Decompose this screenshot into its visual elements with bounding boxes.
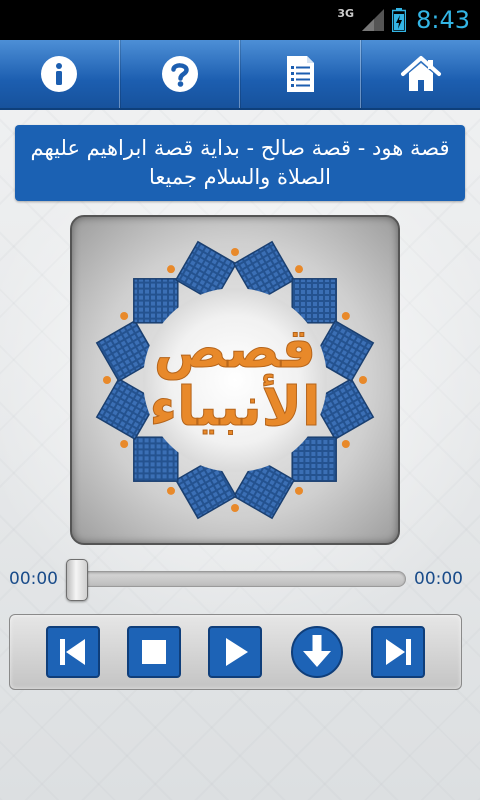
emblem-dot [295, 265, 303, 274]
skip-previous-icon [45, 626, 100, 678]
download-button[interactable] [289, 625, 345, 679]
cover-title-line2: الأنبياء [150, 374, 321, 438]
emblem-dot [341, 312, 350, 320]
emblem-dot [103, 376, 111, 384]
home-button[interactable] [360, 40, 480, 108]
emblem-dot [167, 486, 175, 495]
play-icon [208, 626, 263, 678]
stop-icon [127, 626, 182, 678]
stop-button[interactable] [126, 625, 182, 679]
total-time: 00:00 [414, 569, 463, 589]
emblem-dot [120, 312, 129, 320]
emblem-dot [359, 376, 367, 384]
track-title: قصة هود - قصة صالح - بداية قصة ابراهيم ع… [30, 136, 450, 189]
next-button[interactable] [370, 625, 426, 679]
info-icon [41, 56, 78, 92]
player-controls [9, 614, 462, 690]
document-list-icon [287, 56, 315, 92]
emblem-dot [295, 486, 303, 495]
previous-button[interactable] [45, 625, 101, 679]
network-type: 3G [337, 6, 355, 20]
toolbar [0, 40, 480, 110]
cover-emblem: قصص الأنبياء [95, 240, 375, 520]
cover-art: قصص الأنبياء [70, 215, 400, 545]
emblem-dot [120, 440, 129, 448]
emblem-dot [231, 248, 239, 256]
download-icon [290, 626, 343, 678]
emblem-dot [167, 265, 175, 274]
help-button[interactable] [119, 40, 240, 108]
cover-title-line1: قصص [154, 317, 316, 381]
emblem-dot [231, 504, 239, 512]
seek-bar[interactable] [70, 571, 406, 587]
track-title-box: قصة هود - قصة صالح - بداية قصة ابراهيم ع… [15, 125, 465, 201]
status-bar: 3G 8:43 [0, 0, 480, 40]
battery-charging-icon [392, 8, 407, 32]
seek-thumb[interactable] [66, 559, 88, 601]
skip-next-icon [371, 626, 426, 678]
info-button[interactable] [0, 40, 120, 108]
question-icon [161, 56, 198, 92]
play-button[interactable] [207, 625, 263, 679]
signal-icon [362, 9, 385, 31]
emblem-dot [341, 440, 350, 448]
clock: 8:43 [416, 6, 470, 34]
elapsed-time: 00:00 [9, 569, 58, 589]
list-button[interactable] [240, 40, 361, 108]
home-icon [400, 56, 441, 91]
